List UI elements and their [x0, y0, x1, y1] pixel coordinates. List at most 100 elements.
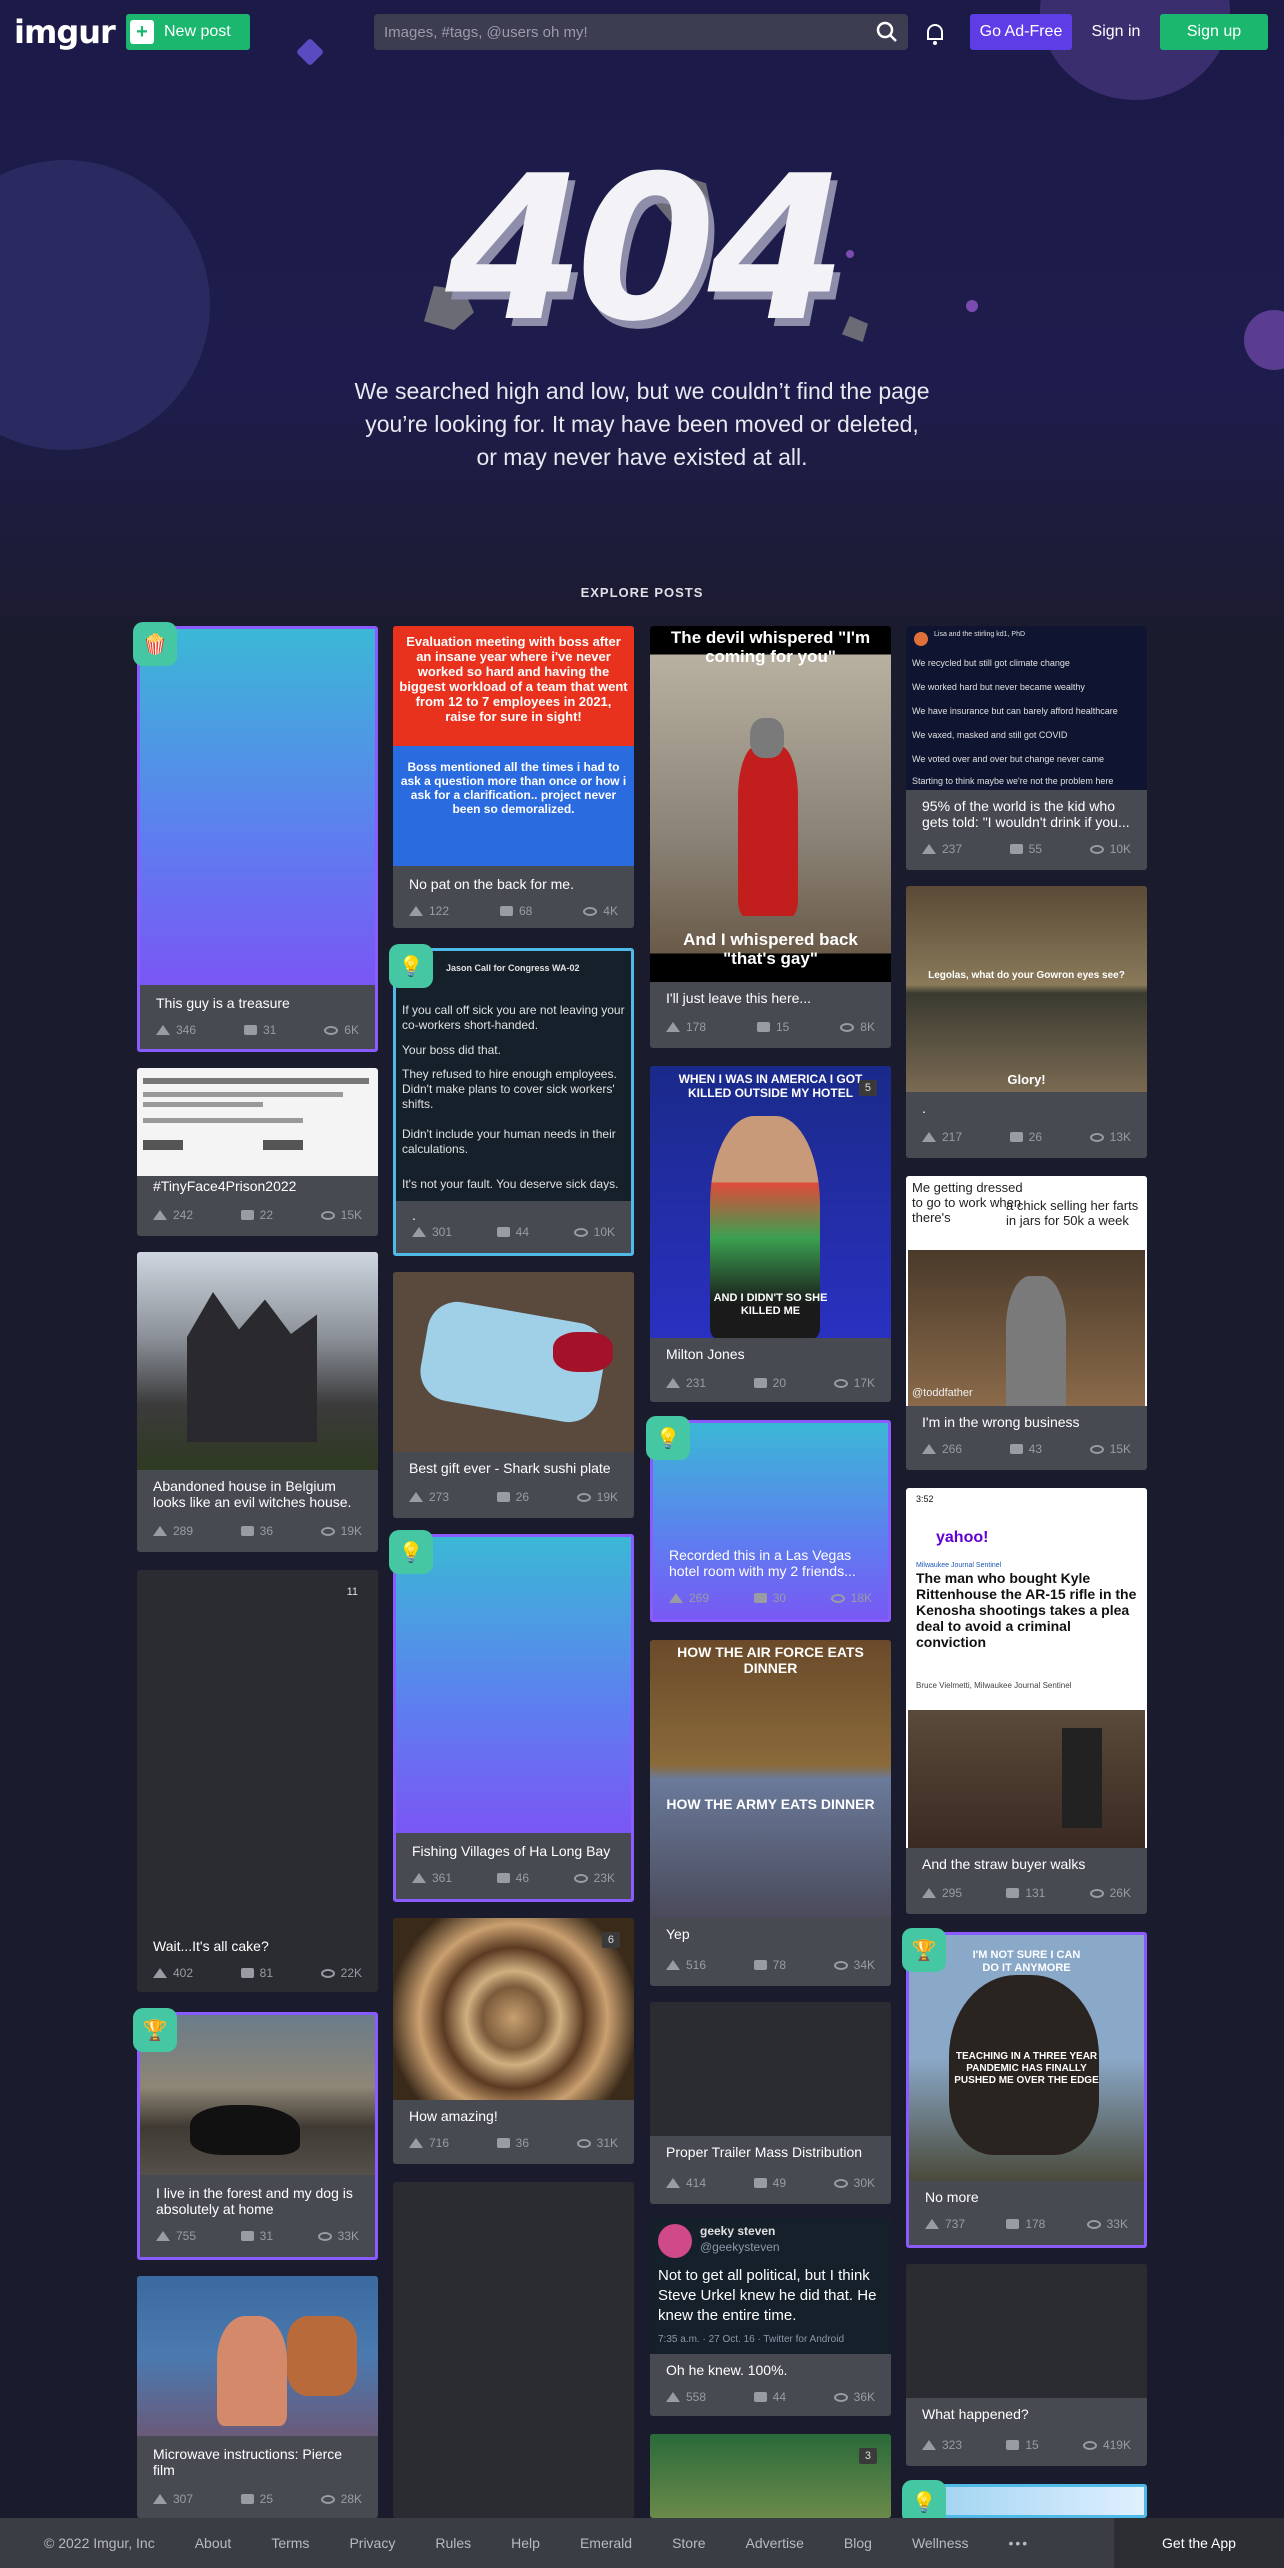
upvote-icon[interactable]: [156, 2231, 170, 2241]
post-card[interactable]: The devil whispered "I'm coming for you"…: [650, 626, 891, 1048]
post-card[interactable]: Evaluation meeting with boss after an in…: [393, 626, 634, 928]
views-icon: [1089, 1888, 1104, 1898]
post-stats: 295 131 26K: [922, 1886, 1131, 1900]
post-card[interactable]: 3: [650, 2434, 891, 2518]
footer-link-help[interactable]: Help: [511, 2535, 540, 2551]
post-title: What happened?: [922, 2406, 1029, 2422]
upvote-icon[interactable]: [409, 2138, 423, 2148]
upvote-icon[interactable]: [409, 906, 423, 916]
search-bar: [374, 14, 908, 50]
post-image: The devil whispered "I'm coming for you"…: [650, 626, 891, 982]
post-card[interactable]: 6 How amazing! 716 36 31K: [393, 1918, 634, 2164]
post-stats: 273 26 19K: [409, 1490, 618, 1504]
comment-icon: [496, 1227, 510, 1237]
post-card[interactable]: Proper Trailer Mass Distribution 414 49 …: [650, 2002, 891, 2204]
upvote-count: 269: [689, 1591, 710, 1605]
upvote-icon[interactable]: [153, 1526, 167, 1536]
view-count: 30K: [853, 2176, 875, 2190]
comment-count: 36: [515, 2136, 530, 2150]
post-card[interactable]: This guy is a treasure 346 31 6K: [137, 626, 378, 1052]
views-icon: [573, 1227, 588, 1237]
post-image: Me getting dressed to go to work when th…: [906, 1176, 1147, 1406]
upvote-icon[interactable]: [666, 1960, 680, 1970]
views-icon: [1089, 1444, 1104, 1454]
view-count: 26K: [1109, 1886, 1131, 1900]
upvote-icon[interactable]: [922, 2440, 936, 2450]
sign-in-link[interactable]: Sign in: [1090, 14, 1142, 50]
post-card[interactable]: 3:52 yahoo! Milwaukee Journal Sentinel T…: [906, 1488, 1147, 1914]
upvote-icon[interactable]: [922, 1444, 936, 1454]
post-card[interactable]: #TinyFace4Prison2022 242 22 15K: [137, 1068, 378, 1236]
trophy-badge-icon: 🏆: [902, 1928, 946, 1972]
view-count: 13K: [1109, 1130, 1131, 1144]
post-card[interactable]: [393, 2182, 634, 2518]
upvote-icon[interactable]: [922, 844, 936, 854]
post-card[interactable]: Me getting dressed to go to work when th…: [906, 1176, 1147, 1470]
post-card[interactable]: Legolas, what do your Gowron eyes see? G…: [906, 886, 1147, 1158]
views-icon: [320, 2494, 335, 2504]
footer-link-blog[interactable]: Blog: [844, 2535, 872, 2551]
notification-bell-icon[interactable]: [924, 22, 946, 46]
comment-count: 46: [515, 1871, 530, 1885]
post-card[interactable]: Microwave instructions: Pierce film 307 …: [137, 2276, 378, 2518]
upvote-icon[interactable]: [666, 2178, 680, 2188]
upvote-icon[interactable]: [412, 1873, 426, 1883]
post-stats: 402 81 22K: [153, 1966, 362, 1980]
upvote-icon[interactable]: [666, 1022, 680, 1032]
footer-link-wellness[interactable]: Wellness: [912, 2535, 969, 2551]
post-card[interactable]: Lisa and the stirling kd1, PhD We recycl…: [906, 626, 1147, 870]
footer-link-store[interactable]: Store: [672, 2535, 705, 2551]
post-card[interactable]: Abandoned house in Belgium looks like an…: [137, 1252, 378, 1552]
footer-link-terms[interactable]: Terms: [271, 2535, 309, 2551]
view-count: 4K: [603, 904, 618, 918]
upvote-icon[interactable]: [666, 2392, 680, 2402]
footer-link-emerald[interactable]: Emerald: [580, 2535, 632, 2551]
sign-up-button[interactable]: Sign up: [1160, 14, 1268, 50]
upvote-icon[interactable]: [922, 1132, 936, 1142]
upvote-icon[interactable]: [409, 1492, 423, 1502]
comment-count: 22: [259, 1208, 274, 1222]
news-byline: Bruce Vielmetti, Milwaukee Journal Senti…: [916, 1681, 1072, 1690]
upvote-count: 716: [429, 2136, 450, 2150]
post-card[interactable]: WHEN I WAS IN AMERICA I GOT KILLED OUTSI…: [650, 1066, 891, 1402]
get-the-app-button[interactable]: Get the App: [1114, 2518, 1284, 2568]
post-card[interactable]: Jason Call for Congress WA-02 If you cal…: [393, 948, 634, 1256]
upvote-icon[interactable]: [922, 1888, 936, 1898]
footer-link-advertise[interactable]: Advertise: [746, 2535, 804, 2551]
post-image: Legolas, what do your Gowron eyes see? G…: [906, 886, 1147, 1092]
post-card[interactable]: 11 Wait...It's all cake? 402 81 22K: [137, 1570, 378, 1992]
search-input[interactable]: [384, 23, 876, 41]
post-card[interactable]: Fishing Villages of Ha Long Bay 361 46 2…: [393, 1534, 634, 1902]
upvote-icon[interactable]: [153, 2494, 167, 2504]
post-card[interactable]: geeky steven @geekysteven Not to get all…: [650, 2218, 891, 2416]
post-title: Fishing Villages of Ha Long Bay: [412, 1843, 611, 1859]
post-card[interactable]: HOW THE AIR FORCE EATS DINNER HOW THE AR…: [650, 1640, 891, 1986]
upvote-icon[interactable]: [666, 1378, 680, 1388]
footer-link-privacy[interactable]: Privacy: [349, 2535, 395, 2551]
upvote-icon[interactable]: [669, 1593, 683, 1603]
upvote-icon[interactable]: [153, 1210, 167, 1220]
upvote-icon[interactable]: [925, 2219, 939, 2229]
upvote-count: 295: [942, 1886, 963, 1900]
upvote-icon[interactable]: [153, 1968, 167, 1978]
post-stats: 307 25 28K: [153, 2492, 362, 2506]
more-menu-icon[interactable]: •••: [1008, 2535, 1029, 2551]
broken-image: [650, 2002, 891, 2136]
upvote-icon[interactable]: [412, 1227, 426, 1237]
footer-link-about[interactable]: About: [195, 2535, 232, 2551]
comment-icon: [240, 1210, 254, 1220]
post-card[interactable]: Best gift ever - Shark sushi plate 273 2…: [393, 1272, 634, 1518]
views-icon: [317, 2231, 332, 2241]
views-icon: [833, 1378, 848, 1388]
upvote-count: 414: [686, 2176, 707, 2190]
imgur-logo[interactable]: imgur: [14, 13, 126, 51]
search-icon[interactable]: [876, 21, 898, 43]
upvote-icon[interactable]: [156, 1025, 170, 1035]
new-post-button[interactable]: + New post: [126, 14, 250, 50]
post-card[interactable]: I'M NOT SURE I CAN DO IT ANYMORE TEACHIN…: [906, 1932, 1147, 2248]
explore-posts-heading: EXPLORE POSTS: [580, 585, 704, 600]
go-ad-free-button[interactable]: Go Ad-Free: [970, 14, 1072, 50]
post-image: [650, 2434, 891, 2518]
post-card[interactable]: What happened? 323 15 419K: [906, 2264, 1147, 2466]
footer-link-rules[interactable]: Rules: [435, 2535, 471, 2551]
